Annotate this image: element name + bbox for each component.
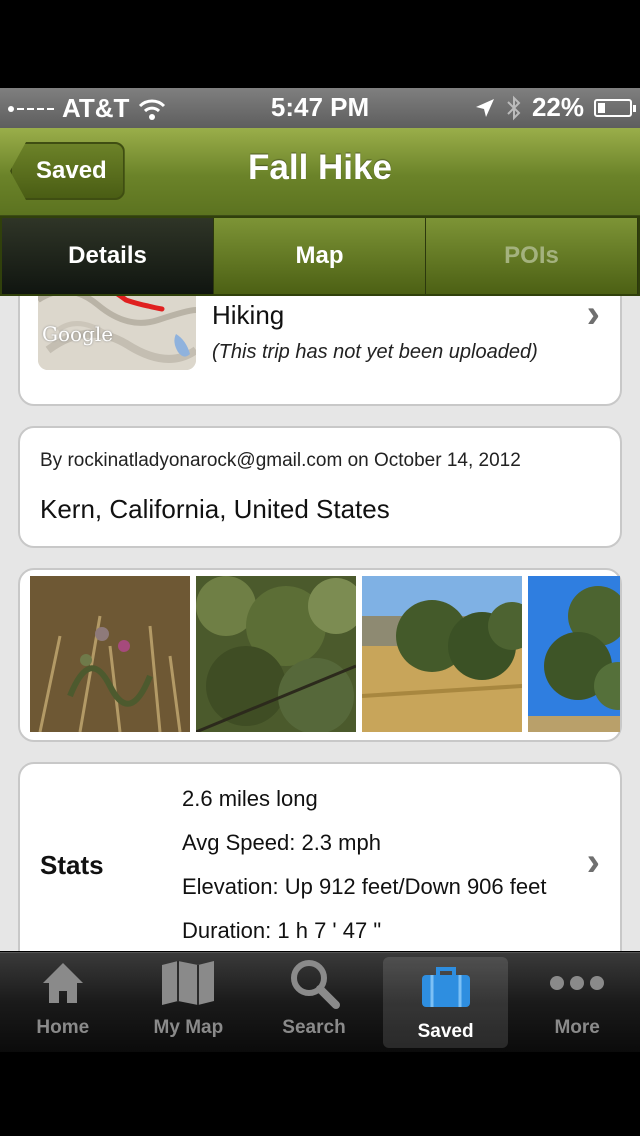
tab-bar-more[interactable]: More xyxy=(514,953,640,1052)
bottom-bezel xyxy=(0,1052,640,1136)
photo-shrub[interactable] xyxy=(196,576,356,732)
tab-details[interactable]: Details xyxy=(2,218,214,294)
status-bar: AT&T 5:47 PM 22% xyxy=(0,88,640,128)
battery-icon xyxy=(594,98,636,117)
tab-bar-my-map[interactable]: My Map xyxy=(126,953,252,1052)
stat-avg-speed: Avg Speed: 2.3 mph xyxy=(182,830,381,855)
tab-bar-saved-label: Saved xyxy=(417,1021,474,1042)
trip-info-card: By rockinatladyonarock@gmail.com on Octo… xyxy=(18,426,622,548)
briefcase-icon xyxy=(421,967,470,1007)
details-scroll-view[interactable]: Google Hiking (This trip has not yet bee… xyxy=(0,296,640,951)
trip-location: Kern, California, United States xyxy=(40,494,390,524)
folded-map-icon xyxy=(162,961,215,1005)
page-title: Fall Hike xyxy=(248,148,392,187)
stats-heading: Stats xyxy=(40,850,104,880)
google-logo: Google xyxy=(42,322,114,346)
location-arrow-icon xyxy=(475,98,494,117)
tab-bar-my-map-label: My Map xyxy=(153,1017,224,1038)
photo-strip-card xyxy=(18,568,622,742)
tab-map[interactable]: Map xyxy=(214,218,426,294)
photo-oak-hillside[interactable] xyxy=(362,576,522,732)
search-icon xyxy=(290,960,340,1009)
photo-strip[interactable] xyxy=(30,576,620,732)
stat-duration: Duration: 1 h 7 ' 47 " xyxy=(182,918,382,943)
home-icon xyxy=(42,963,83,1003)
tab-bar: Home My Map Search Saved More xyxy=(0,952,640,1052)
segmented-control: Details Map POIs xyxy=(0,216,640,296)
route-map-thumbnail: Google xyxy=(38,296,196,370)
stat-elevation: Elevation: Up 912 feet/Down 906 feet xyxy=(182,874,547,899)
tab-bar-search[interactable]: Search xyxy=(251,953,377,1052)
more-dots-icon xyxy=(550,976,605,990)
stat-distance: 2.6 miles long xyxy=(182,786,318,811)
author-line: By rockinatladyonarock@gmail.com on Octo… xyxy=(40,450,521,471)
tab-bar-search-label: Search xyxy=(282,1017,346,1038)
battery-percent: 22% xyxy=(531,92,584,122)
activity-type: Hiking xyxy=(212,300,285,330)
navigation-bar: Saved Fall Hike xyxy=(0,128,640,216)
photo-thistle[interactable] xyxy=(30,576,190,732)
chevron-right-icon: › xyxy=(586,296,600,336)
tab-bar-home-label: Home xyxy=(36,1017,90,1038)
tab-bar-home[interactable]: Home xyxy=(0,953,126,1052)
photo-tree-sky[interactable] xyxy=(528,576,620,732)
tab-bar-saved[interactable]: Saved xyxy=(382,957,509,1048)
stats-card[interactable]: Stats 2.6 miles long Avg Speed: 2.3 mph … xyxy=(18,762,622,951)
chevron-right-icon: › xyxy=(586,840,600,884)
tab-pois: POIs xyxy=(426,218,638,294)
upload-status: (This trip has not yet been uploaded) xyxy=(212,341,538,363)
bluetooth-icon xyxy=(507,95,521,120)
route-card[interactable]: Google Hiking (This trip has not yet bee… xyxy=(18,296,622,406)
tab-bar-more-label: More xyxy=(554,1017,600,1038)
